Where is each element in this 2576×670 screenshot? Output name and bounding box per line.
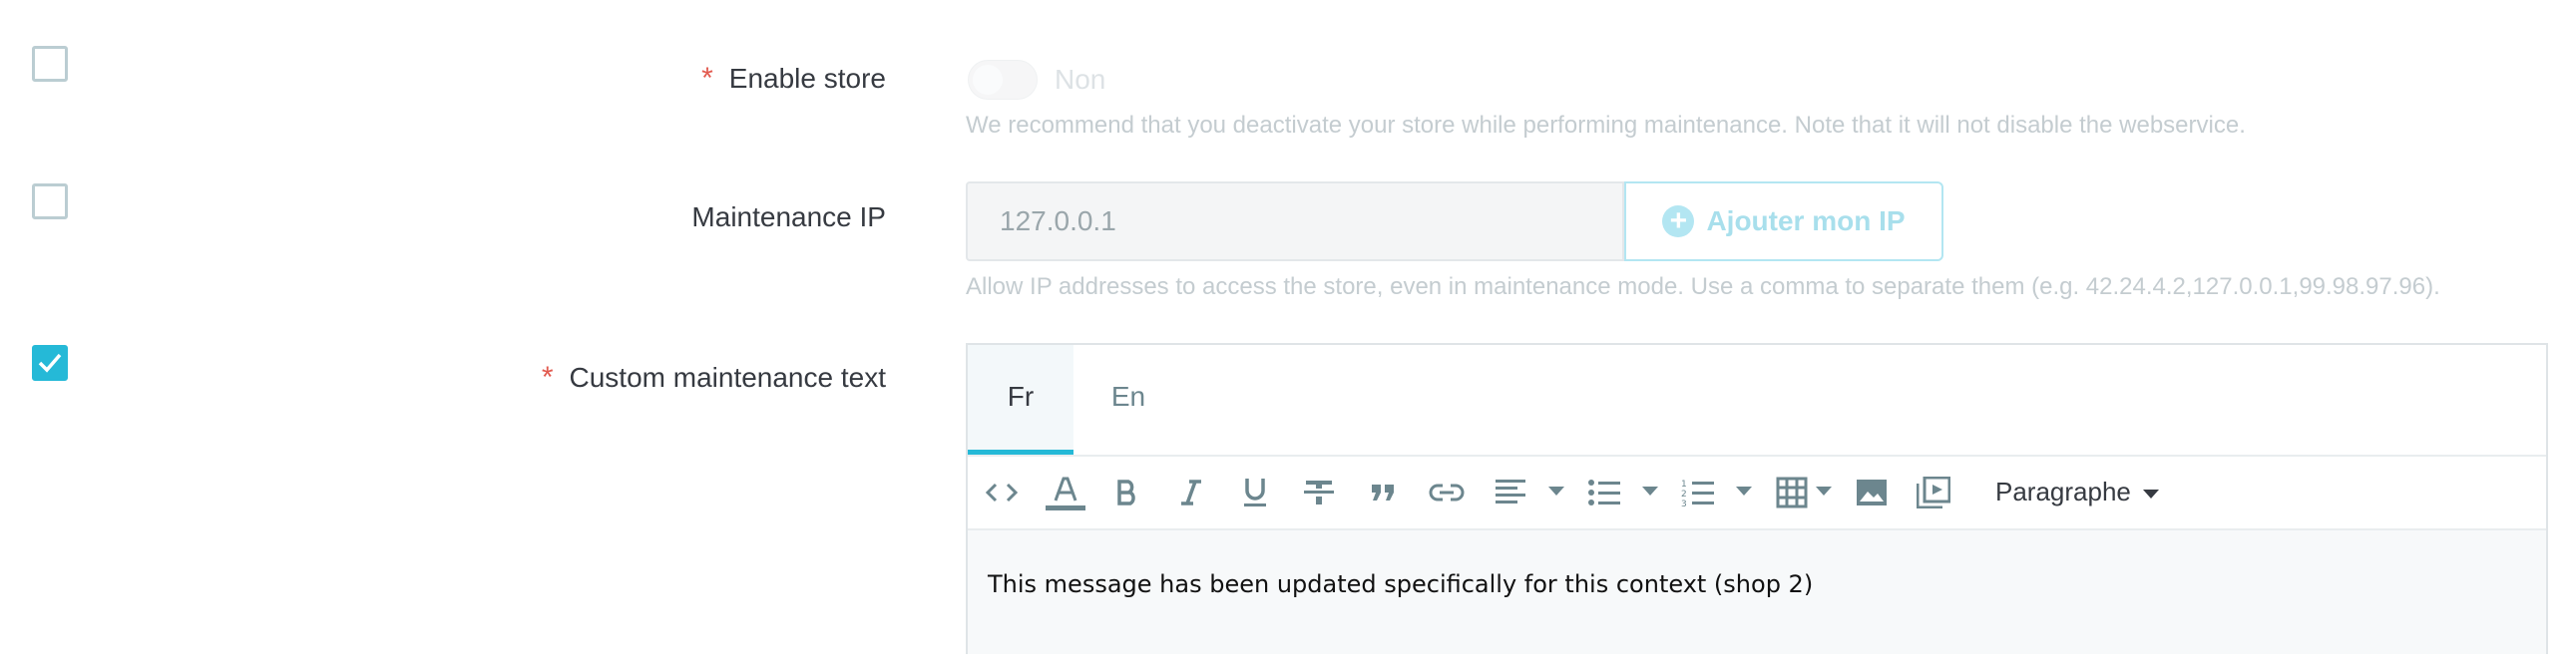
custom-text-checkbox[interactable]	[32, 345, 68, 381]
bold-icon[interactable]	[1109, 473, 1145, 512]
tab-fr[interactable]: Fr	[968, 345, 1073, 455]
enable-store-help: We recommend that you deactivate your st…	[966, 112, 2246, 139]
editor-content-area[interactable]: This message has been updated specifical…	[968, 530, 2546, 654]
plus-circle-icon: +	[1662, 205, 1695, 237]
bullet-list-dropdown-caret[interactable]	[1642, 487, 1658, 496]
add-my-ip-label: Ajouter mon IP	[1706, 205, 1906, 236]
maintenance-ip-help: Allow IP addresses to access the store, …	[966, 273, 2440, 300]
strikethrough-icon[interactable]	[1301, 473, 1337, 512]
tab-en[interactable]: En	[1075, 345, 1181, 455]
custom-text-label: * Custom maintenance text	[541, 361, 886, 394]
bullet-list-icon[interactable]	[1586, 473, 1622, 512]
image-icon[interactable]	[1854, 473, 1890, 512]
align-dropdown-caret[interactable]	[1548, 487, 1564, 496]
required-asterisk: *	[541, 361, 554, 394]
enable-store-label: * Enable store	[701, 62, 886, 95]
enable-store-checkbox[interactable]	[32, 46, 68, 82]
chevron-down-icon	[2142, 489, 2159, 499]
toggle-state-text: Non	[1055, 64, 1106, 95]
underline-icon[interactable]	[1237, 473, 1273, 512]
check-icon	[38, 353, 62, 373]
align-icon[interactable]	[1493, 473, 1528, 512]
svg-text:3: 3	[1681, 500, 1687, 507]
editor-content-text: This message has been updated specifical…	[988, 570, 1814, 598]
add-my-ip-button[interactable]: + Ajouter mon IP	[1624, 181, 1943, 261]
code-icon[interactable]	[984, 473, 1020, 512]
media-icon[interactable]	[1916, 473, 1951, 512]
toggle-knob	[973, 65, 1003, 95]
numbered-list-dropdown-caret[interactable]	[1736, 487, 1752, 496]
font-color-icon[interactable]	[1044, 473, 1087, 512]
rich-text-editor: Fr En 1 2 3 Paragraphe This message has …	[966, 343, 2548, 654]
italic-icon[interactable]	[1173, 473, 1209, 512]
svg-text:1: 1	[1681, 480, 1687, 490]
maintenance-ip-input[interactable]: 127.0.0.1	[966, 181, 1624, 261]
enable-store-toggle[interactable]	[968, 60, 1038, 100]
svg-text:2: 2	[1681, 490, 1687, 500]
table-dropdown-caret[interactable]	[1816, 487, 1832, 496]
numbered-list-icon[interactable]: 123	[1680, 473, 1716, 512]
paragraph-format-select[interactable]: Paragraphe	[1995, 477, 2159, 507]
editor-toolbar: 123 Paragraphe	[968, 457, 2546, 530]
required-asterisk: *	[701, 62, 713, 95]
maintenance-ip-label: Maintenance IP	[691, 201, 886, 232]
link-icon[interactable]	[1429, 473, 1465, 512]
maintenance-ip-checkbox[interactable]	[32, 183, 68, 219]
table-icon[interactable]	[1774, 473, 1810, 512]
language-tabs: Fr En	[968, 345, 2546, 457]
blockquote-icon[interactable]	[1365, 473, 1401, 512]
